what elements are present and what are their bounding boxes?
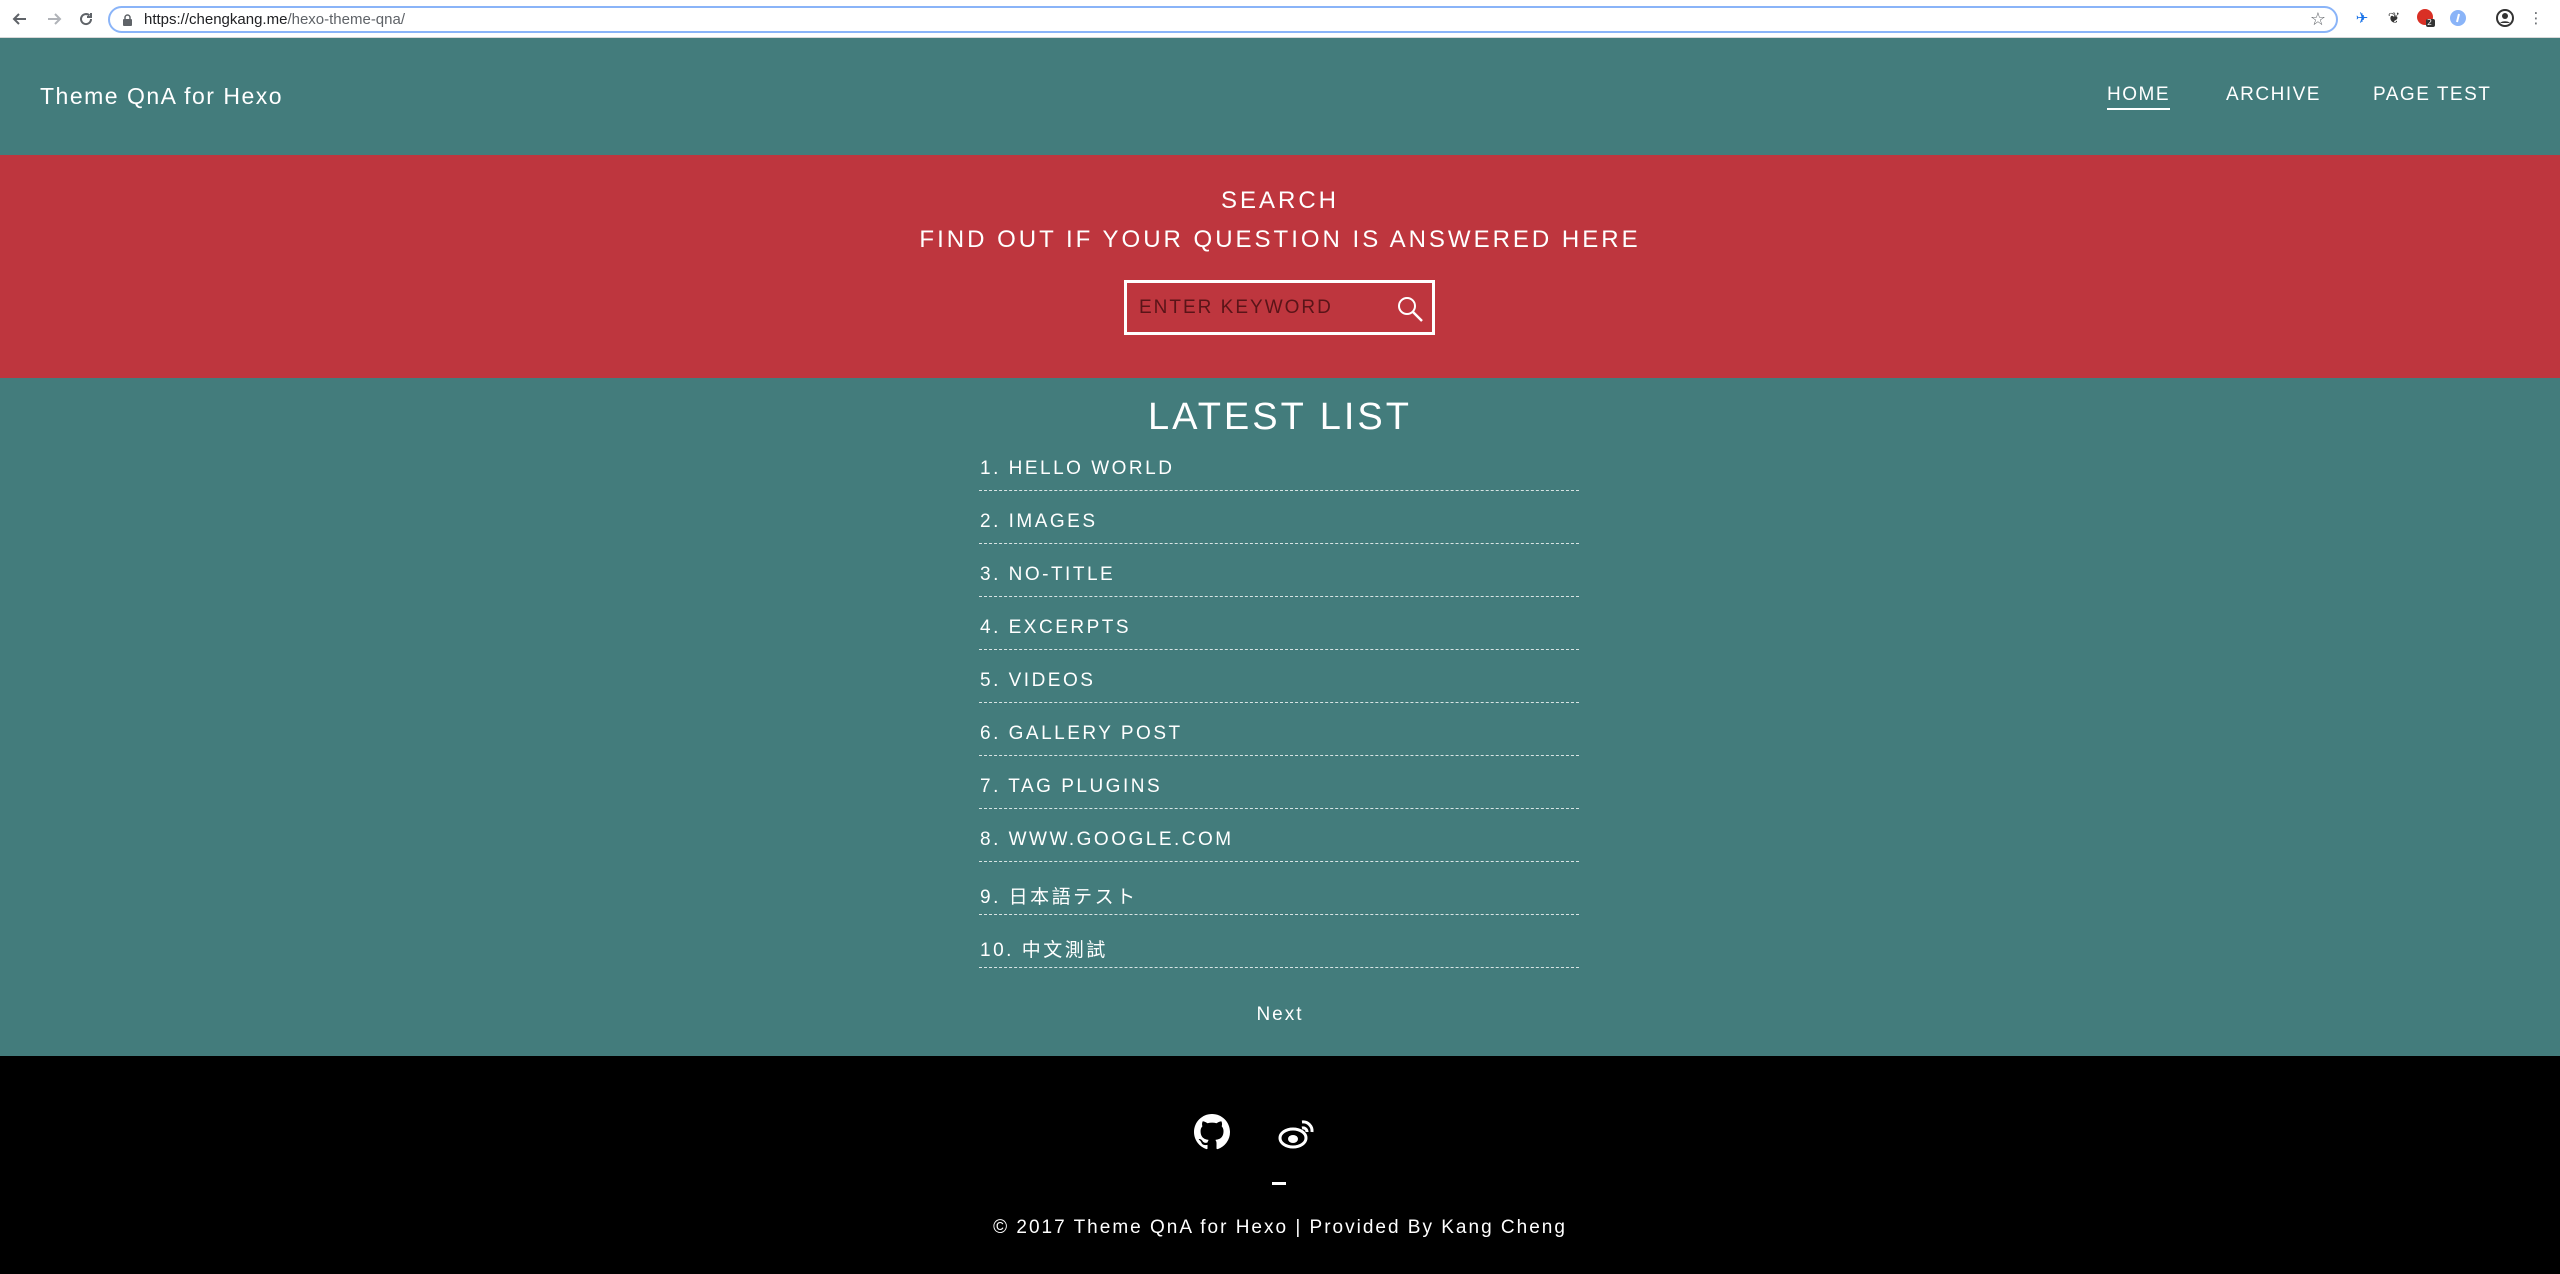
post-link[interactable]: 4. EXCERPTS <box>980 617 1131 639</box>
list-item: 6. GALLERY POST <box>979 703 1579 756</box>
extension-info-icon[interactable] <box>2448 8 2468 28</box>
latest-list-title: LATEST LIST <box>1148 396 1412 438</box>
list-item: 5. VIDEOS <box>979 650 1579 703</box>
extension-badge-count: 2 <box>2427 18 2433 27</box>
list-item: 3. NO-TITLE <box>979 544 1579 597</box>
address-bar[interactable]: https://chengkang.me/hexo-theme-qna/ ☆ <box>108 6 2338 33</box>
list-item: 8. WWW.GOOGLE.COM <box>979 809 1579 862</box>
list-item: 4. EXCERPTS <box>979 597 1579 650</box>
pagination: Next <box>0 1004 2560 1026</box>
post-link[interactable]: 2. IMAGES <box>980 511 1098 533</box>
reload-icon[interactable] <box>74 7 98 31</box>
latest-list: 1. HELLO WORLD 2. IMAGES 3. NO-TITLE 4. … <box>979 438 1579 968</box>
search-title: SEARCH <box>1220 187 1340 214</box>
url-text[interactable]: https://chengkang.me/hexo-theme-qna/ <box>144 11 405 28</box>
site-brand[interactable]: Theme QnA for Hexo <box>40 83 283 110</box>
list-item: 7. TAG PLUGINS <box>979 756 1579 809</box>
bookmark-star-icon[interactable]: ☆ <box>2310 9 2326 30</box>
next-page-link[interactable]: Next <box>1256 1004 1303 1025</box>
back-arrow-icon[interactable] <box>8 7 32 31</box>
lock-icon <box>123 14 132 26</box>
browser-toolbar: https://chengkang.me/hexo-theme-qna/ ☆ ✈… <box>0 0 2560 38</box>
nav-page-test[interactable]: PAGE TEST <box>2373 84 2491 106</box>
copyright-text: © 2017 Theme QnA for Hexo | Provided By … <box>993 1217 1567 1238</box>
list-item: 1. HELLO WORLD <box>979 438 1579 491</box>
search-input[interactable] <box>1127 283 1382 332</box>
search-box <box>1124 280 1435 335</box>
url-path: /hexo-theme-qna/ <box>287 11 406 28</box>
site-header: Theme QnA for Hexo HOME ARCHIVE PAGE TES… <box>0 38 2560 155</box>
nav-home[interactable]: HOME <box>2107 84 2170 110</box>
footer-divider <box>1272 1182 1286 1185</box>
account-icon[interactable] <box>2495 8 2515 28</box>
weibo-icon[interactable] <box>1278 1116 1316 1150</box>
post-link[interactable]: 6. GALLERY POST <box>980 723 1183 745</box>
extension-badge-icon[interactable]: 2 <box>2416 8 2436 28</box>
search-section: SEARCH FIND OUT IF YOUR QUESTION IS ANSW… <box>0 155 2560 378</box>
list-item: 2. IMAGES <box>979 491 1579 544</box>
post-link[interactable]: 9. 日本語テスト <box>980 882 1138 909</box>
url-host: https://chengkang.me <box>144 11 288 28</box>
forward-arrow-icon[interactable] <box>42 7 66 31</box>
post-link[interactable]: 3. NO-TITLE <box>980 564 1115 586</box>
site-footer: © 2017 Theme QnA for Hexo | Provided By … <box>0 1056 2560 1274</box>
search-subtitle: FIND OUT IF YOUR QUESTION IS ANSWERED HE… <box>919 226 1641 253</box>
github-icon[interactable] <box>1194 1114 1230 1150</box>
post-link[interactable]: 10. 中文測試 <box>980 935 1108 962</box>
list-item: 9. 日本語テスト <box>979 862 1579 915</box>
latest-list-section: LATEST LIST 1. HELLO WORLD 2. IMAGES 3. … <box>0 378 2560 1056</box>
list-item: 10. 中文測試 <box>979 915 1579 968</box>
post-link[interactable]: 1. HELLO WORLD <box>980 458 1174 480</box>
search-icon[interactable] <box>1396 295 1424 323</box>
extension-bird-icon[interactable]: ✈ <box>2352 8 2372 28</box>
post-link[interactable]: 5. VIDEOS <box>980 670 1095 692</box>
menu-kebab-icon[interactable]: ⋮ <box>2526 8 2546 28</box>
post-link[interactable]: 8. WWW.GOOGLE.COM <box>980 829 1234 851</box>
nav-archive[interactable]: ARCHIVE <box>2226 84 2321 106</box>
post-link[interactable]: 7. TAG PLUGINS <box>980 776 1162 798</box>
extension-globe-icon[interactable]: ❦ <box>2384 8 2404 28</box>
